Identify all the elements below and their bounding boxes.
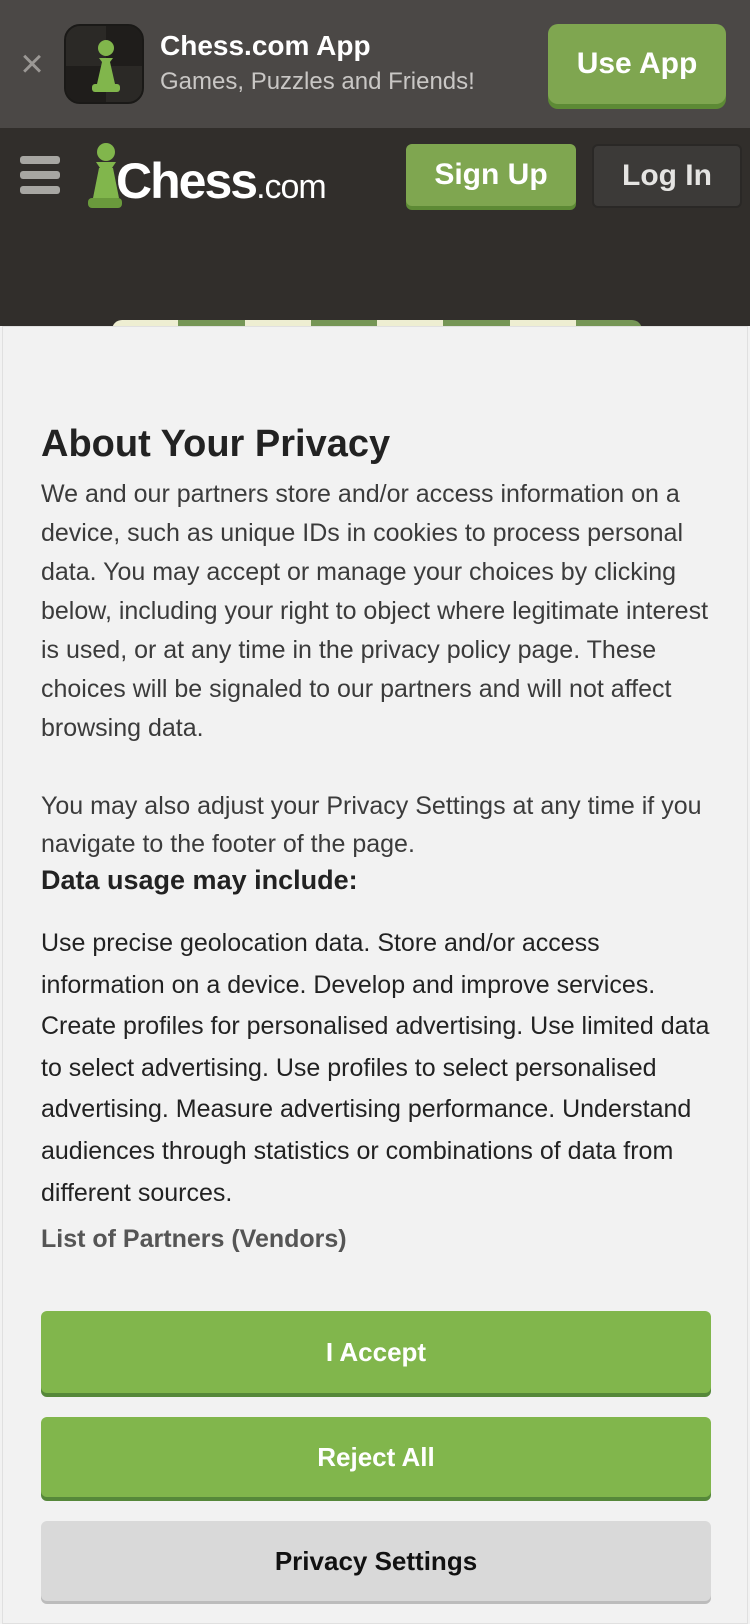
log-in-button[interactable]: Log In — [592, 144, 742, 208]
banner-subtitle: Games, Puzzles and Friends! — [160, 68, 475, 95]
site-header: Chess.com Sign Up Log In — [0, 128, 750, 330]
accept-button[interactable]: I Accept — [41, 1311, 711, 1393]
privacy-description: We and our partners store and/or access … — [41, 480, 709, 742]
privacy-settings-note: You may also adjust your Privacy Setting… — [41, 792, 702, 858]
privacy-consent-panel: About Your Privacy We and our partners s… — [2, 326, 748, 1624]
data-usage-list: Use precise geolocation data. Store and/… — [41, 929, 710, 1207]
reject-all-button[interactable]: Reject All — [41, 1417, 711, 1497]
logo-wordmark: Chess.com — [116, 153, 327, 209]
privacy-settings-button[interactable]: Privacy Settings — [41, 1521, 711, 1601]
privacy-title: About Your Privacy — [41, 423, 391, 465]
partners-list-link[interactable]: List of Partners (Vendors) — [41, 1225, 347, 1254]
close-icon[interactable]: × — [18, 44, 46, 84]
hamburger-menu-icon[interactable] — [20, 156, 60, 198]
data-usage-heading: Data usage may include: — [41, 865, 358, 895]
sign-up-button[interactable]: Sign Up — [406, 144, 576, 206]
app-install-banner: × Chess.com App Games, Puzzles and Frien… — [0, 0, 750, 128]
use-app-button[interactable]: Use App — [548, 24, 726, 104]
pawn-icon — [64, 24, 144, 104]
banner-title: Chess.com App — [160, 30, 371, 61]
chess-com-logo[interactable]: Chess.com — [86, 140, 327, 214]
